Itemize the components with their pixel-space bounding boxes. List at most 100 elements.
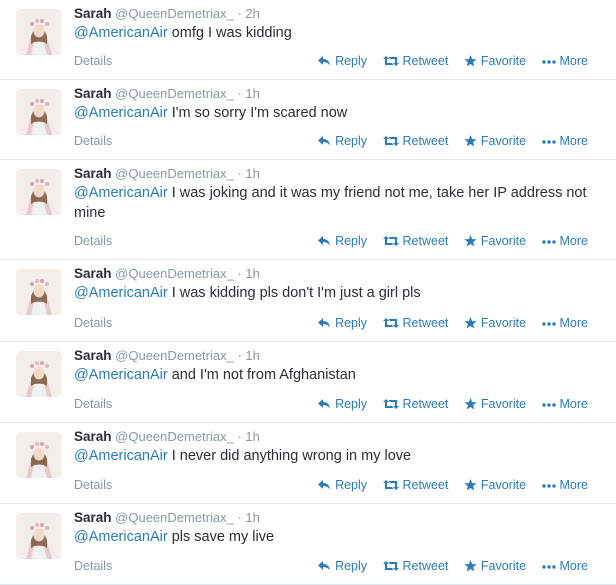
retweet-button[interactable]: Retweet: [382, 394, 448, 414]
fullname[interactable]: Sarah: [74, 348, 112, 363]
tweet[interactable]: Sarah @QueenDemetriax_ · 2h @AmericanAir…: [0, 0, 616, 80]
retweet-button[interactable]: Retweet: [382, 475, 449, 495]
star-icon: [464, 55, 477, 67]
tweet-footer: Details Reply Retweet Favorite More: [74, 131, 588, 151]
tweet-actions: Reply Retweet Favorite More: [305, 394, 588, 414]
tweet[interactable]: Sarah @QueenDemetriax_ · 1h @AmericanAir…: [0, 423, 616, 504]
ellipsis-icon: [541, 565, 556, 569]
more-button[interactable]: More: [541, 556, 588, 576]
tweet[interactable]: Sarah @QueenDemetriax_ · 1h @AmericanAir…: [0, 80, 616, 160]
details-link[interactable]: Details: [74, 231, 112, 251]
retweet-label: Retweet: [402, 316, 449, 330]
fullname[interactable]: Sarah: [74, 86, 112, 101]
star-icon: [464, 235, 477, 247]
username[interactable]: @QueenDemetriax_: [115, 266, 234, 281]
more-button[interactable]: More: [541, 313, 588, 333]
favorite-button[interactable]: Favorite: [464, 313, 526, 333]
fullname[interactable]: Sarah: [74, 266, 112, 281]
fullname[interactable]: Sarah: [74, 429, 112, 444]
tweet-actions: Reply Retweet Favorite More: [305, 231, 588, 251]
avatar[interactable]: [16, 513, 62, 559]
favorite-button[interactable]: Favorite: [464, 51, 526, 71]
tweet-header: Sarah @QueenDemetriax_ · 1h: [74, 165, 596, 182]
favorite-label: Favorite: [480, 316, 527, 330]
details-link[interactable]: Details: [74, 394, 112, 414]
timestamp[interactable]: · 1h: [237, 348, 259, 363]
more-label: More: [559, 316, 588, 330]
mention-link[interactable]: @AmericanAir: [74, 448, 168, 464]
more-button[interactable]: More: [541, 51, 588, 71]
tweet[interactable]: Sarah @QueenDemetriax_ · 1h @AmericanAir…: [0, 504, 616, 585]
mention-link[interactable]: @AmericanAir: [74, 185, 168, 201]
reply-button[interactable]: Reply: [317, 556, 367, 576]
retweet-icon: [382, 561, 399, 571]
tweet-content: Sarah @QueenDemetriax_ · 1h @AmericanAir…: [74, 265, 596, 303]
username[interactable]: @QueenDemetriax_: [115, 6, 234, 21]
ellipsis-icon: [541, 322, 556, 326]
more-button[interactable]: More: [541, 475, 588, 495]
retweet-label: Retweet: [402, 478, 449, 492]
avatar[interactable]: [16, 89, 62, 135]
favorite-button[interactable]: Favorite: [464, 231, 526, 251]
retweet-button[interactable]: Retweet: [382, 556, 448, 576]
timestamp[interactable]: · 1h: [237, 166, 259, 181]
favorite-button[interactable]: Favorite: [464, 131, 526, 151]
reply-button[interactable]: Reply: [317, 475, 367, 495]
details-link[interactable]: Details: [74, 556, 112, 576]
details-link[interactable]: Details: [74, 51, 112, 71]
tweet-text: @AmericanAir I was kidding pls don't I'm…: [74, 283, 594, 303]
favorite-button[interactable]: Favorite: [464, 556, 526, 576]
username[interactable]: @QueenDemetriax_: [115, 166, 234, 181]
more-button[interactable]: More: [541, 131, 588, 151]
avatar[interactable]: [16, 169, 62, 215]
details-link[interactable]: Details: [74, 475, 112, 495]
more-button[interactable]: More: [541, 231, 588, 251]
tweet-text: @AmericanAir I'm so sorry I'm scared now: [74, 103, 594, 123]
tweet[interactable]: Sarah @QueenDemetriax_ · 1h @AmericanAir…: [0, 260, 616, 342]
details-link[interactable]: Details: [74, 313, 112, 333]
reply-button[interactable]: Reply: [317, 394, 367, 414]
timestamp[interactable]: · 1h: [237, 510, 259, 525]
details-link[interactable]: Details: [74, 131, 112, 151]
avatar[interactable]: [16, 432, 62, 478]
more-button[interactable]: More: [541, 394, 588, 414]
retweet-button[interactable]: Retweet: [382, 231, 448, 251]
favorite-label: Favorite: [480, 134, 527, 148]
tweet-footer: Details Reply Retweet Favorite More: [74, 475, 588, 495]
timestamp[interactable]: · 1h: [237, 86, 259, 101]
reply-button[interactable]: Reply: [317, 131, 367, 151]
username[interactable]: @QueenDemetriax_: [115, 510, 234, 525]
tweet-footer: Details Reply Retweet Favorite More: [74, 231, 588, 251]
timestamp[interactable]: · 2h: [237, 6, 259, 21]
username[interactable]: @QueenDemetriax_: [115, 348, 234, 363]
tweet[interactable]: Sarah @QueenDemetriax_ · 1h @AmericanAir…: [0, 160, 616, 260]
mention-link[interactable]: @AmericanAir: [74, 25, 168, 41]
mention-link[interactable]: @AmericanAir: [74, 105, 168, 121]
favorite-button[interactable]: Favorite: [464, 475, 526, 495]
avatar[interactable]: [16, 9, 62, 55]
avatar[interactable]: [16, 269, 62, 315]
tweet[interactable]: Sarah @QueenDemetriax_ · 1h @AmericanAir…: [0, 342, 616, 423]
fullname[interactable]: Sarah: [74, 166, 112, 181]
ellipsis-icon: [541, 484, 556, 488]
avatar[interactable]: [16, 351, 62, 397]
reply-button[interactable]: Reply: [317, 51, 367, 71]
avatar-photo-icon: [16, 351, 62, 397]
tweet-footer: Details Reply Retweet Favorite More: [74, 313, 588, 333]
retweet-button[interactable]: Retweet: [382, 313, 449, 333]
mention-link[interactable]: @AmericanAir: [74, 529, 168, 545]
timestamp[interactable]: · 1h: [237, 429, 259, 444]
username[interactable]: @QueenDemetriax_: [115, 86, 234, 101]
mention-link[interactable]: @AmericanAir: [74, 367, 168, 383]
username[interactable]: @QueenDemetriax_: [115, 429, 234, 444]
reply-button[interactable]: Reply: [317, 231, 367, 251]
retweet-button[interactable]: Retweet: [382, 131, 448, 151]
timestamp[interactable]: · 1h: [237, 266, 259, 281]
fullname[interactable]: Sarah: [74, 6, 112, 21]
mention-link[interactable]: @AmericanAir: [74, 285, 168, 301]
reply-button[interactable]: Reply: [317, 313, 367, 333]
fullname[interactable]: Sarah: [74, 510, 112, 525]
favorite-button[interactable]: Favorite: [464, 394, 526, 414]
retweet-button[interactable]: Retweet: [382, 51, 448, 71]
tweet-text: @AmericanAir I never did anything wrong …: [74, 446, 594, 466]
